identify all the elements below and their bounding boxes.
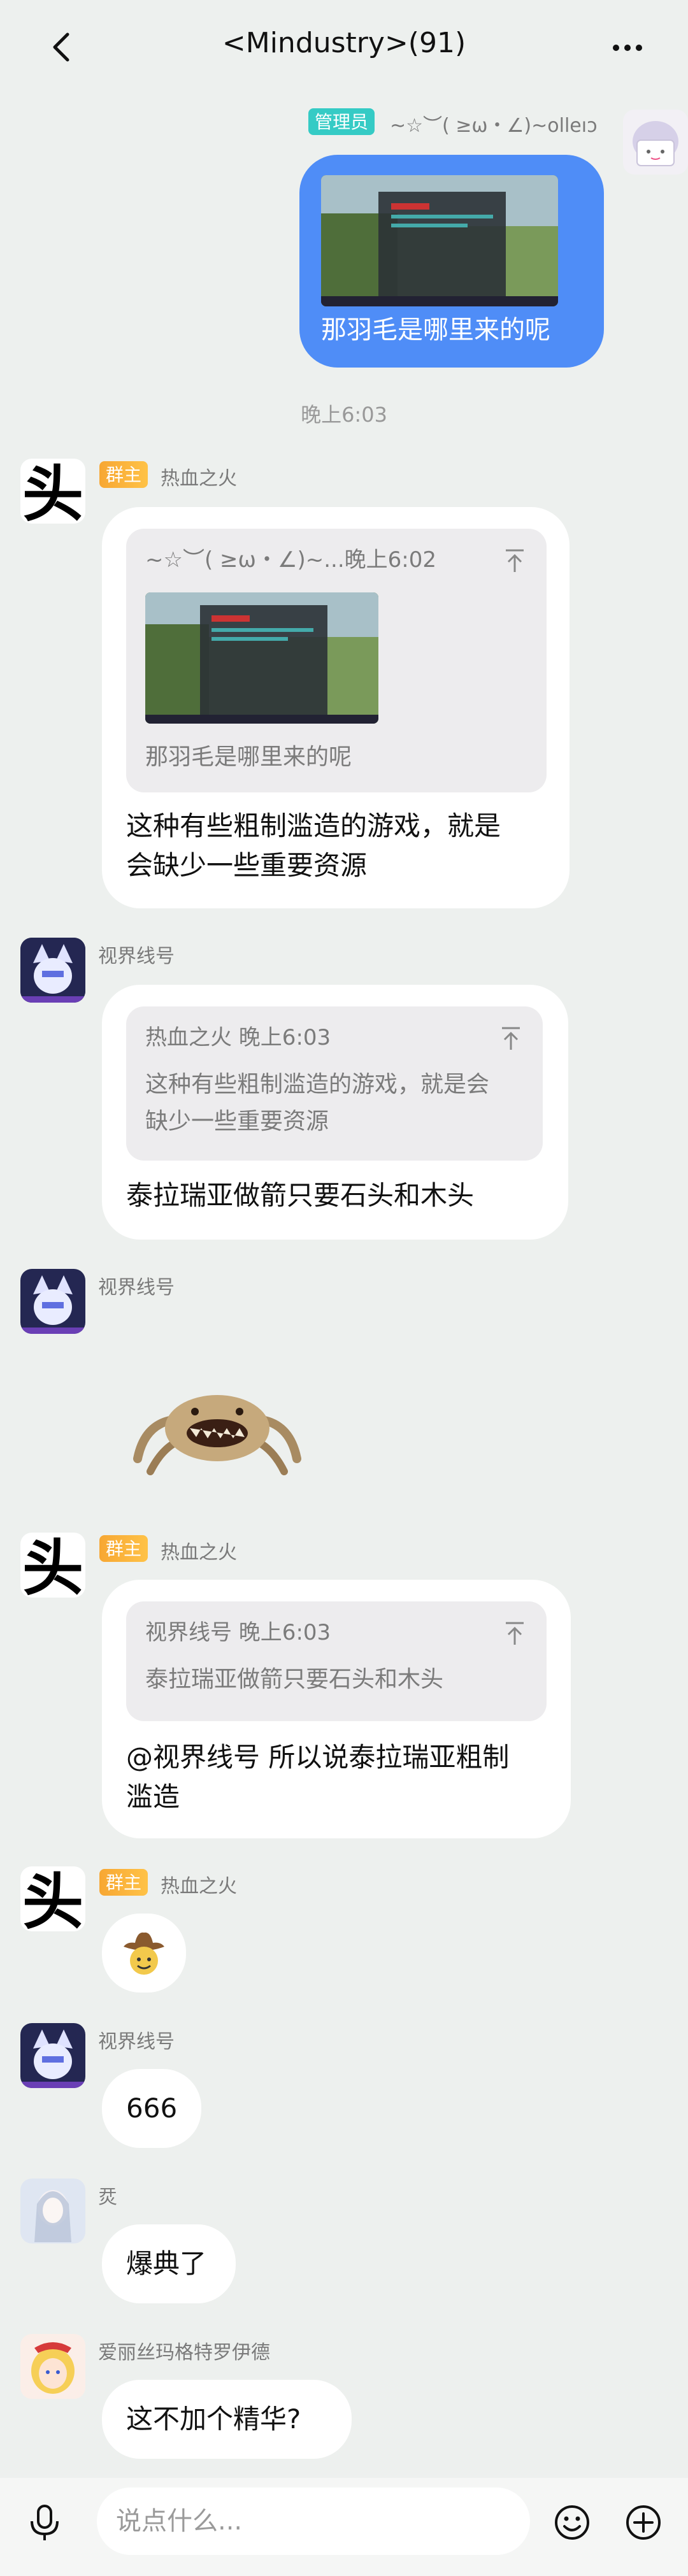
add-icon[interactable] [624, 2503, 663, 2542]
owner-badge: 群主 [99, 461, 148, 488]
game-screenshot-icon [321, 175, 558, 306]
avatar[interactable] [20, 1269, 85, 1334]
screenshot-image[interactable] [321, 175, 558, 306]
message-text: 泰拉瑞亚做箭只要石头和木头 [126, 1180, 475, 1211]
quoted-message[interactable]: ~☆︶( ≥ω・∠)~...晚上6:02 那羽毛是哪里来的呢 [126, 529, 547, 792]
microphone-icon[interactable] [28, 2503, 61, 2542]
sender-name: 视界线号 [98, 945, 175, 968]
message-text-line: 这种有些粗制滥造的游戏，就是 [126, 810, 501, 841]
message-text-line: @视界线号 所以说泰拉瑞亚粗制 [126, 1742, 510, 1773]
jump-to-message-icon[interactable] [502, 548, 527, 573]
message-bubble[interactable]: 666 [102, 2069, 201, 2148]
sender-name: 烎 [98, 2186, 117, 2208]
avatar[interactable] [623, 110, 688, 175]
message-text-line: 会缺少一些重要资源 [126, 850, 368, 881]
quote-text-line: 这种有些粗制滥造的游戏，就是会 [145, 1071, 490, 1098]
quoted-message[interactable]: 热血之火 晚上6:03 这种有些粗制滥造的游戏，就是会 缺少一些重要资源 [126, 1006, 543, 1161]
admin-badge: 管理员 [308, 108, 375, 135]
anime-avatar-icon [633, 121, 678, 166]
quote-text: 泰拉瑞亚做箭只要石头和木头 [145, 1666, 444, 1692]
anime-avatar-icon [20, 2334, 85, 2399]
sender-name: 热血之火 [161, 1875, 237, 1898]
more-options-icon[interactable] [608, 38, 647, 57]
anime-avatar-icon [20, 2023, 85, 2088]
emoji-bubble[interactable] [102, 1914, 186, 1993]
avatar[interactable] [20, 2023, 85, 2088]
message-text-line: 滥造 [126, 1781, 180, 1812]
message-text: 666 [126, 2093, 178, 2124]
cowboy-emoji-icon [124, 1932, 164, 1975]
emoji-icon[interactable] [553, 2503, 591, 2542]
self-message-bubble[interactable]: 那羽毛是哪里来的呢 [299, 155, 604, 368]
game-screenshot-icon [145, 592, 378, 724]
avatar[interactable] [20, 938, 85, 1003]
message-text: 爆典了 [126, 2248, 207, 2279]
message-text: 这不加个精华? [126, 2403, 301, 2435]
quote-text-line: 缺少一些重要资源 [145, 1108, 329, 1134]
quote-author: 视界线号 晚上6:03 [145, 1620, 331, 1645]
message-bubble[interactable]: ~☆︶( ≥ω・∠)~...晚上6:02 那羽毛是哪里来的呢 这种有些粗制滥造的… [102, 507, 570, 908]
quote-text: 那羽毛是哪里来的呢 [145, 744, 352, 770]
sender-name: 热血之火 [161, 468, 237, 490]
screenshot-image[interactable] [145, 592, 378, 724]
message-bubble[interactable]: 热血之火 晚上6:03 这种有些粗制滥造的游戏，就是会 缺少一些重要资源 泰拉瑞… [102, 985, 568, 1240]
avatar[interactable]: 头 [20, 1866, 85, 1931]
message-input[interactable]: 说点什么... [97, 2487, 530, 2555]
avatar[interactable]: 头 [20, 459, 85, 524]
message-bubble[interactable]: 视界线号 晚上6:03 泰拉瑞亚做箭只要石头和木头 @视界线号 所以说泰拉瑞亚粗… [102, 1580, 571, 1838]
sender-name: 视界线号 [98, 1277, 175, 1299]
spider-creature-sticker-icon[interactable] [125, 1389, 310, 1478]
message-text: 那羽毛是哪里来的呢 [321, 315, 550, 345]
owner-badge: 群主 [99, 1535, 148, 1562]
jump-to-message-icon[interactable] [498, 1026, 524, 1051]
quoted-message[interactable]: 视界线号 晚上6:03 泰拉瑞亚做箭只要石头和木头 [126, 1601, 547, 1721]
message-bubble[interactable]: 爆典了 [102, 2224, 236, 2303]
jump-to-message-icon[interactable] [502, 1621, 527, 1646]
avatar[interactable] [20, 2334, 85, 2399]
message-bubble[interactable]: 这不加个精华? [102, 2380, 352, 2459]
quote-author: 热血之火 晚上6:03 [145, 1025, 331, 1050]
sender-name: 热血之火 [161, 1542, 237, 1564]
sender-name: 爱丽丝玛格特罗伊德 [98, 2342, 270, 2364]
quote-author: ~☆︶( ≥ω・∠)~...晚上6:02 [145, 547, 437, 573]
timestamp: 晚上6:03 [301, 403, 387, 427]
avatar[interactable]: 头 [20, 1533, 85, 1598]
sender-name: 视界线号 [98, 2031, 175, 2053]
anime-avatar-icon [20, 938, 85, 1003]
avatar[interactable] [20, 2179, 85, 2243]
chat-title: <Mindustry>(91) [222, 27, 466, 59]
sender-name: ~☆︶( ≥ω・∠)~olleıɔ [390, 115, 598, 137]
anime-avatar-icon [20, 1269, 85, 1334]
owner-badge: 群主 [99, 1869, 148, 1896]
anime-avatar-icon [20, 2179, 85, 2243]
